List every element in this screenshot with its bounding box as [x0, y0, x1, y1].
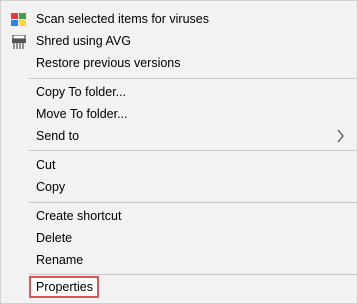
menu-item-move-to-folder[interactable]: Move To folder...: [1, 103, 357, 125]
menu-item-label: Properties: [36, 280, 93, 294]
shredder-icon: [11, 34, 27, 49]
menu-item-scan-viruses[interactable]: Scan selected items for viruses: [1, 8, 357, 30]
menu-item-create-shortcut[interactable]: Create shortcut: [1, 205, 357, 227]
menu-item-label: Cut: [36, 158, 56, 172]
menu-item-label: Restore previous versions: [36, 56, 181, 70]
menu-item-label: Copy To folder...: [36, 85, 127, 99]
avg-antivirus-icon: [11, 12, 27, 26]
menu-item-label: Send to: [36, 129, 80, 143]
menu-item-label: Rename: [36, 253, 84, 267]
menu-item-copy-to-folder[interactable]: Copy To folder...: [1, 81, 357, 103]
menu-item-label: Create shortcut: [36, 209, 122, 223]
menu-separator: [29, 274, 357, 275]
menu-item-label: Copy: [36, 180, 66, 194]
menu-item-delete[interactable]: Delete: [1, 227, 357, 249]
menu-item-rename[interactable]: Rename: [1, 249, 357, 271]
menu-item-restore-versions[interactable]: Restore previous versions: [1, 52, 357, 74]
menu-item-label: Scan selected items for viruses: [36, 12, 209, 26]
menu-item-label: Delete: [36, 231, 73, 245]
menu-item-shred-avg[interactable]: Shred using AVG: [1, 30, 357, 52]
menu-item-cut[interactable]: Cut: [1, 154, 357, 176]
chevron-right-icon: [335, 125, 347, 147]
menu-item-label: Shred using AVG: [36, 34, 131, 48]
menu-separator: [29, 202, 357, 203]
menu-separator: [29, 150, 357, 151]
menu-item-send-to[interactable]: Send to: [1, 125, 357, 147]
context-menu: Scan selected items for viruses Shred us…: [0, 0, 358, 304]
menu-item-copy[interactable]: Copy: [1, 176, 357, 198]
menu-separator: [29, 78, 357, 79]
menu-item-label: Move To folder...: [36, 107, 128, 121]
menu-item-properties[interactable]: Properties: [1, 276, 357, 298]
